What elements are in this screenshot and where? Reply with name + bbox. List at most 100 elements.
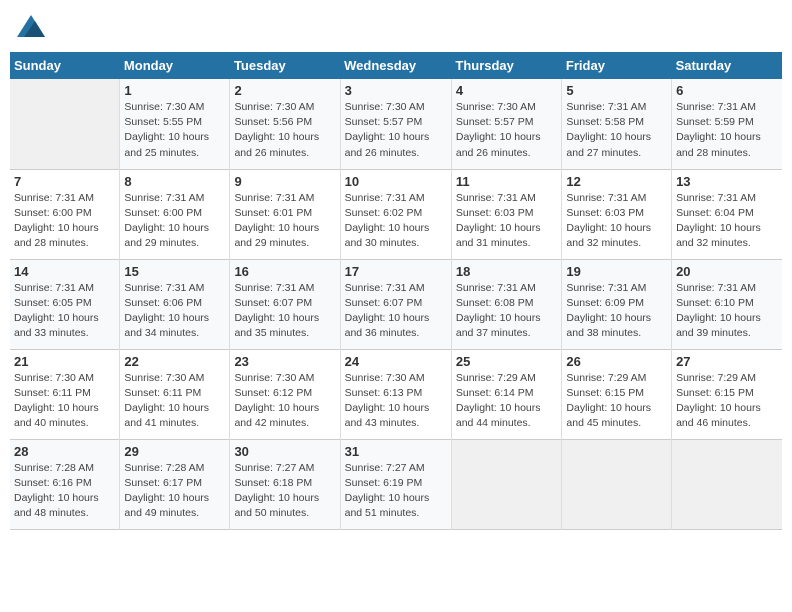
day-info: Sunrise: 7:30 AM Sunset: 5:57 PM Dayligh… xyxy=(456,100,558,161)
calendar-cell: 16Sunrise: 7:31 AM Sunset: 6:07 PM Dayli… xyxy=(230,259,340,349)
calendar-cell xyxy=(562,439,672,529)
day-info: Sunrise: 7:31 AM Sunset: 5:58 PM Dayligh… xyxy=(566,100,667,161)
calendar-cell: 1 Sunrise: 7:30 AM Sunset: 5:55 PM Daylig… xyxy=(120,79,230,169)
day-info: Sunrise: 7:30 AM Sunset: 6:12 PM Dayligh… xyxy=(234,371,335,432)
calendar-cell xyxy=(451,439,562,529)
calendar-cell xyxy=(672,439,782,529)
day-info: Sunrise: 7:31 AM Sunset: 6:08 PM Dayligh… xyxy=(456,281,558,342)
calendar-cell xyxy=(10,79,120,169)
day-info: Sunrise: 7:31 AM Sunset: 6:00 PM Dayligh… xyxy=(14,191,115,252)
calendar-cell: 21 Sunrise: 7:30 AM Sunset: 6:11 PM Dayli… xyxy=(10,349,120,439)
day-number: 31 xyxy=(345,444,447,459)
day-info: Sunrise: 7:31 AM Sunset: 5:59 PM Dayligh… xyxy=(676,100,778,161)
day-info: Sunrise: 7:29 AM Sunset: 6:15 PM Dayligh… xyxy=(566,371,667,432)
calendar-cell: 5 Sunrise: 7:31 AM Sunset: 5:58 PM Daylig… xyxy=(562,79,672,169)
day-number: 24 xyxy=(345,354,447,369)
weekday-header-row: SundayMondayTuesdayWednesdayThursdayFrid… xyxy=(10,52,782,79)
day-info: Sunrise: 7:30 AM Sunset: 5:55 PM Dayligh… xyxy=(124,100,225,161)
day-info: Sunrise: 7:31 AM Sunset: 6:03 PM Dayligh… xyxy=(456,191,558,252)
calendar-cell: 19 Sunrise: 7:31 AM Sunset: 6:09 PM Dayli… xyxy=(562,259,672,349)
day-number: 9 xyxy=(234,174,335,189)
calendar-cell: 6 Sunrise: 7:31 AM Sunset: 5:59 PM Daylig… xyxy=(672,79,782,169)
calendar-cell: 7 Sunrise: 7:31 AM Sunset: 6:00 PM Daylig… xyxy=(10,169,120,259)
calendar-cell: 10 Sunrise: 7:31 AM Sunset: 6:02 PM Dayli… xyxy=(340,169,451,259)
day-info: Sunrise: 7:31 AM Sunset: 6:05 PM Dayligh… xyxy=(14,281,115,342)
calendar-cell: 15Sunrise: 7:31 AM Sunset: 6:06 PM Dayli… xyxy=(120,259,230,349)
day-number: 1 xyxy=(124,83,225,98)
day-number: 3 xyxy=(345,83,447,98)
calendar-cell: 31 Sunrise: 7:27 AM Sunset: 6:19 PM Dayli… xyxy=(340,439,451,529)
weekday-header-monday: Monday xyxy=(120,52,230,79)
day-number: 13 xyxy=(676,174,778,189)
calendar-cell: 14Sunrise: 7:31 AM Sunset: 6:05 PM Dayli… xyxy=(10,259,120,349)
weekday-header-wednesday: Wednesday xyxy=(340,52,451,79)
day-number: 25 xyxy=(456,354,558,369)
day-number: 2 xyxy=(234,83,335,98)
calendar-cell: 13Sunrise: 7:31 AM Sunset: 6:04 PM Dayli… xyxy=(672,169,782,259)
day-number: 10 xyxy=(345,174,447,189)
calendar-cell: 17Sunrise: 7:31 AM Sunset: 6:07 PM Dayli… xyxy=(340,259,451,349)
day-info: Sunrise: 7:30 AM Sunset: 6:11 PM Dayligh… xyxy=(124,371,225,432)
day-number: 18 xyxy=(456,264,558,279)
calendar-cell: 27 Sunrise: 7:29 AM Sunset: 6:15 PM Dayli… xyxy=(672,349,782,439)
calendar-cell: 2Sunrise: 7:30 AM Sunset: 5:56 PM Daylig… xyxy=(230,79,340,169)
day-number: 21 xyxy=(14,354,115,369)
logo xyxy=(15,15,45,42)
calendar-cell: 28Sunrise: 7:28 AM Sunset: 6:16 PM Dayli… xyxy=(10,439,120,529)
weekday-header-saturday: Saturday xyxy=(672,52,782,79)
weekday-header-friday: Friday xyxy=(562,52,672,79)
day-number: 23 xyxy=(234,354,335,369)
calendar-week-row: 21 Sunrise: 7:30 AM Sunset: 6:11 PM Dayli… xyxy=(10,349,782,439)
day-number: 7 xyxy=(14,174,115,189)
day-number: 6 xyxy=(676,83,778,98)
day-number: 29 xyxy=(124,444,225,459)
day-number: 30 xyxy=(234,444,335,459)
calendar-cell: 18 Sunrise: 7:31 AM Sunset: 6:08 PM Dayli… xyxy=(451,259,562,349)
calendar-week-row: 28Sunrise: 7:28 AM Sunset: 6:16 PM Dayli… xyxy=(10,439,782,529)
day-info: Sunrise: 7:31 AM Sunset: 6:03 PM Dayligh… xyxy=(566,191,667,252)
calendar-cell: 29Sunrise: 7:28 AM Sunset: 6:17 PM Dayli… xyxy=(120,439,230,529)
day-number: 11 xyxy=(456,174,558,189)
calendar-cell: 11 Sunrise: 7:31 AM Sunset: 6:03 PM Dayli… xyxy=(451,169,562,259)
day-info: Sunrise: 7:31 AM Sunset: 6:07 PM Dayligh… xyxy=(345,281,447,342)
day-info: Sunrise: 7:27 AM Sunset: 6:19 PM Dayligh… xyxy=(345,461,447,522)
calendar-table: SundayMondayTuesdayWednesdayThursdayFrid… xyxy=(10,52,782,530)
day-info: Sunrise: 7:30 AM Sunset: 6:13 PM Dayligh… xyxy=(345,371,447,432)
day-number: 28 xyxy=(14,444,115,459)
calendar-cell: 20 Sunrise: 7:31 AM Sunset: 6:10 PM Dayli… xyxy=(672,259,782,349)
calendar-cell: 8Sunrise: 7:31 AM Sunset: 6:00 PM Daylig… xyxy=(120,169,230,259)
calendar-week-row: 7 Sunrise: 7:31 AM Sunset: 6:00 PM Daylig… xyxy=(10,169,782,259)
day-number: 20 xyxy=(676,264,778,279)
calendar-cell: 26 Sunrise: 7:29 AM Sunset: 6:15 PM Dayli… xyxy=(562,349,672,439)
day-info: Sunrise: 7:30 AM Sunset: 6:11 PM Dayligh… xyxy=(14,371,115,432)
day-info: Sunrise: 7:31 AM Sunset: 6:02 PM Dayligh… xyxy=(345,191,447,252)
day-number: 27 xyxy=(676,354,778,369)
day-info: Sunrise: 7:29 AM Sunset: 6:14 PM Dayligh… xyxy=(456,371,558,432)
day-info: Sunrise: 7:31 AM Sunset: 6:00 PM Dayligh… xyxy=(124,191,225,252)
calendar-cell: 9 Sunrise: 7:31 AM Sunset: 6:01 PM Daylig… xyxy=(230,169,340,259)
day-info: Sunrise: 7:27 AM Sunset: 6:18 PM Dayligh… xyxy=(234,461,335,522)
calendar-cell: 22Sunrise: 7:30 AM Sunset: 6:11 PM Dayli… xyxy=(120,349,230,439)
calendar-cell: 23 Sunrise: 7:30 AM Sunset: 6:12 PM Dayli… xyxy=(230,349,340,439)
weekday-header-sunday: Sunday xyxy=(10,52,120,79)
calendar-cell: 25 Sunrise: 7:29 AM Sunset: 6:14 PM Dayli… xyxy=(451,349,562,439)
day-info: Sunrise: 7:31 AM Sunset: 6:09 PM Dayligh… xyxy=(566,281,667,342)
day-info: Sunrise: 7:31 AM Sunset: 6:07 PM Dayligh… xyxy=(234,281,335,342)
day-info: Sunrise: 7:31 AM Sunset: 6:10 PM Dayligh… xyxy=(676,281,778,342)
calendar-cell: 12Sunrise: 7:31 AM Sunset: 6:03 PM Dayli… xyxy=(562,169,672,259)
day-info: Sunrise: 7:31 AM Sunset: 6:01 PM Dayligh… xyxy=(234,191,335,252)
day-number: 26 xyxy=(566,354,667,369)
day-number: 19 xyxy=(566,264,667,279)
calendar-week-row: 1 Sunrise: 7:30 AM Sunset: 5:55 PM Daylig… xyxy=(10,79,782,169)
logo-icon xyxy=(17,15,45,37)
day-info: Sunrise: 7:31 AM Sunset: 6:06 PM Dayligh… xyxy=(124,281,225,342)
calendar-week-row: 14Sunrise: 7:31 AM Sunset: 6:05 PM Dayli… xyxy=(10,259,782,349)
day-number: 5 xyxy=(566,83,667,98)
day-info: Sunrise: 7:30 AM Sunset: 5:57 PM Dayligh… xyxy=(345,100,447,161)
page-header xyxy=(10,10,782,42)
calendar-cell: 3 Sunrise: 7:30 AM Sunset: 5:57 PM Daylig… xyxy=(340,79,451,169)
calendar-cell: 30 Sunrise: 7:27 AM Sunset: 6:18 PM Dayli… xyxy=(230,439,340,529)
day-number: 4 xyxy=(456,83,558,98)
weekday-header-tuesday: Tuesday xyxy=(230,52,340,79)
day-info: Sunrise: 7:29 AM Sunset: 6:15 PM Dayligh… xyxy=(676,371,778,432)
